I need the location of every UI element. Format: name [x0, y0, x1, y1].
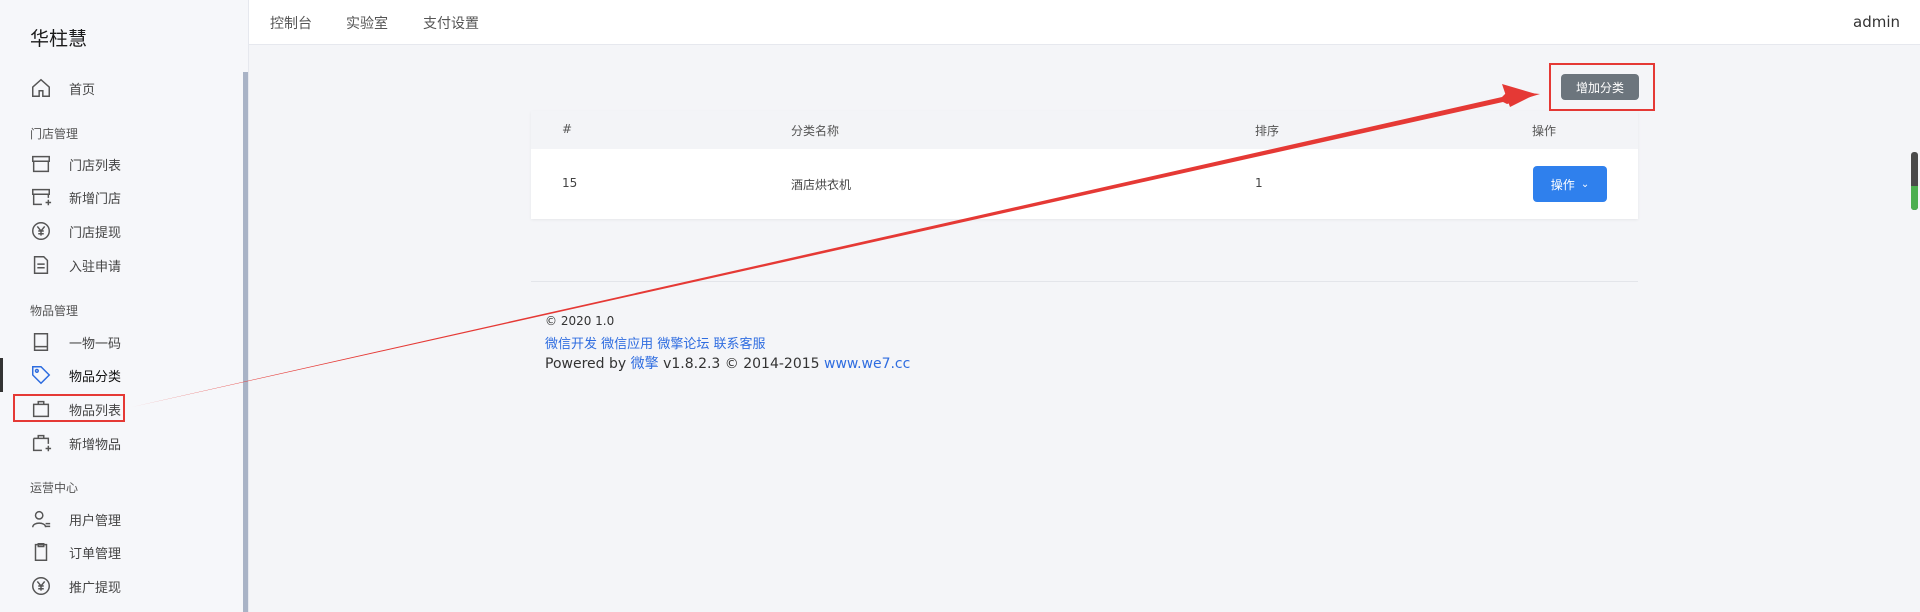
sidebar-scrollbar[interactable]	[243, 72, 248, 612]
footer-link-forum[interactable]: 微擎论坛	[657, 337, 709, 352]
yen-icon	[30, 220, 52, 242]
footer-link-wechat-dev[interactable]: 微信开发	[545, 337, 597, 352]
column-header-id: #	[562, 122, 573, 136]
sidebar-item-label: 入驻申请	[69, 259, 122, 275]
powered-prefix: Powered by	[545, 356, 627, 372]
powered-version: v1.8.2.3 © 2014-2015	[663, 356, 820, 372]
sidebar: 华柱慧 首页 门店管理 门店列表 新增门店 门店提现 入驻申请 物品管理 一物一…	[0, 0, 249, 612]
category-table: # 分类名称 排序 操作 15 酒店烘衣机 1 操作 ⌄	[531, 111, 1638, 219]
column-header-sort: 排序	[1255, 124, 1280, 138]
sidebar-item-add-store[interactable]: 新增门店	[30, 184, 230, 210]
add-category-button[interactable]: 增加分类	[1561, 74, 1639, 100]
sidebar-item-orders[interactable]: 订单管理	[30, 539, 230, 565]
sidebar-item-label: 用户管理	[69, 513, 122, 529]
footer-copyright: © 2020 1.0	[545, 314, 615, 328]
sidebar-item-category[interactable]: 物品分类	[30, 362, 230, 388]
brand-title: 华柱慧	[30, 28, 88, 50]
book-icon	[30, 331, 52, 353]
group-label-store: 门店管理	[30, 127, 79, 141]
sidebar-item-label: 物品分类	[69, 369, 122, 385]
footer-powered: Powered by 微擎 v1.8.2.3 © 2014-2015 www.w…	[545, 353, 910, 373]
store-add-icon	[30, 186, 52, 208]
cell-id: 15	[562, 176, 578, 190]
group-label-ops: 运营中心	[30, 481, 79, 495]
store-icon	[30, 153, 52, 175]
user-menu[interactable]: admin	[1853, 13, 1900, 31]
page-scrollbar[interactable]	[1911, 152, 1918, 210]
nav-console[interactable]: 控制台	[270, 13, 312, 33]
annotation-box-goods-list	[13, 394, 125, 422]
sidebar-item-promo-withdraw[interactable]: 推广提现	[30, 573, 230, 599]
sidebar-item-label: 新增物品	[69, 437, 122, 453]
footer-links: 微信开发 微信应用 微擎论坛 联系客服	[545, 333, 765, 352]
sidebar-item-label: 订单管理	[69, 546, 122, 562]
sidebar-item-code[interactable]: 一物一码	[30, 329, 230, 355]
powered-brand-link[interactable]: 微擎	[631, 356, 659, 372]
footer-link-wechat-app[interactable]: 微信应用	[601, 337, 653, 352]
sidebar-item-home[interactable]: 首页	[30, 75, 230, 101]
column-header-action: 操作	[1532, 124, 1557, 138]
bag-add-icon	[30, 432, 52, 454]
user-icon	[30, 508, 52, 530]
row-action-dropdown[interactable]: 操作 ⌄	[1533, 166, 1607, 202]
row-action-label: 操作	[1550, 177, 1575, 192]
yen-icon	[30, 575, 52, 597]
powered-site-link[interactable]: www.we7.cc	[824, 356, 910, 372]
footer-link-support[interactable]: 联系客服	[713, 337, 765, 352]
sidebar-item-store-withdraw[interactable]: 门店提现	[30, 218, 230, 244]
column-header-name: 分类名称	[791, 124, 840, 138]
tag-icon	[30, 364, 52, 386]
sidebar-item-users[interactable]: 用户管理	[30, 506, 230, 532]
sidebar-item-apply[interactable]: 入驻申请	[30, 252, 230, 278]
document-icon	[30, 254, 52, 276]
footer-divider	[531, 281, 1638, 282]
nav-payment-settings[interactable]: 支付设置	[423, 13, 479, 33]
sidebar-item-label: 推广提现	[69, 580, 122, 596]
nav-lab[interactable]: 实验室	[346, 13, 388, 33]
sidebar-item-label: 一物一码	[69, 336, 122, 352]
sidebar-item-label: 门店提现	[69, 225, 122, 241]
sidebar-item-label: 首页	[69, 82, 96, 98]
sidebar-item-label: 门店列表	[69, 158, 122, 174]
sidebar-item-store-list[interactable]: 门店列表	[30, 151, 230, 177]
top-navbar: 控制台 实验室 支付设置 admin	[249, 0, 1920, 45]
sidebar-item-add-goods[interactable]: 新增物品	[30, 430, 230, 456]
table-header	[531, 111, 1638, 149]
group-label-goods: 物品管理	[30, 304, 79, 318]
clipboard-icon	[30, 541, 52, 563]
home-icon	[30, 77, 52, 99]
active-indicator	[0, 358, 3, 392]
sidebar-item-label: 新增门店	[69, 191, 122, 207]
cell-sort: 1	[1255, 176, 1263, 190]
chevron-down-icon: ⌄	[1580, 178, 1590, 190]
cell-name: 酒店烘衣机	[791, 178, 852, 192]
